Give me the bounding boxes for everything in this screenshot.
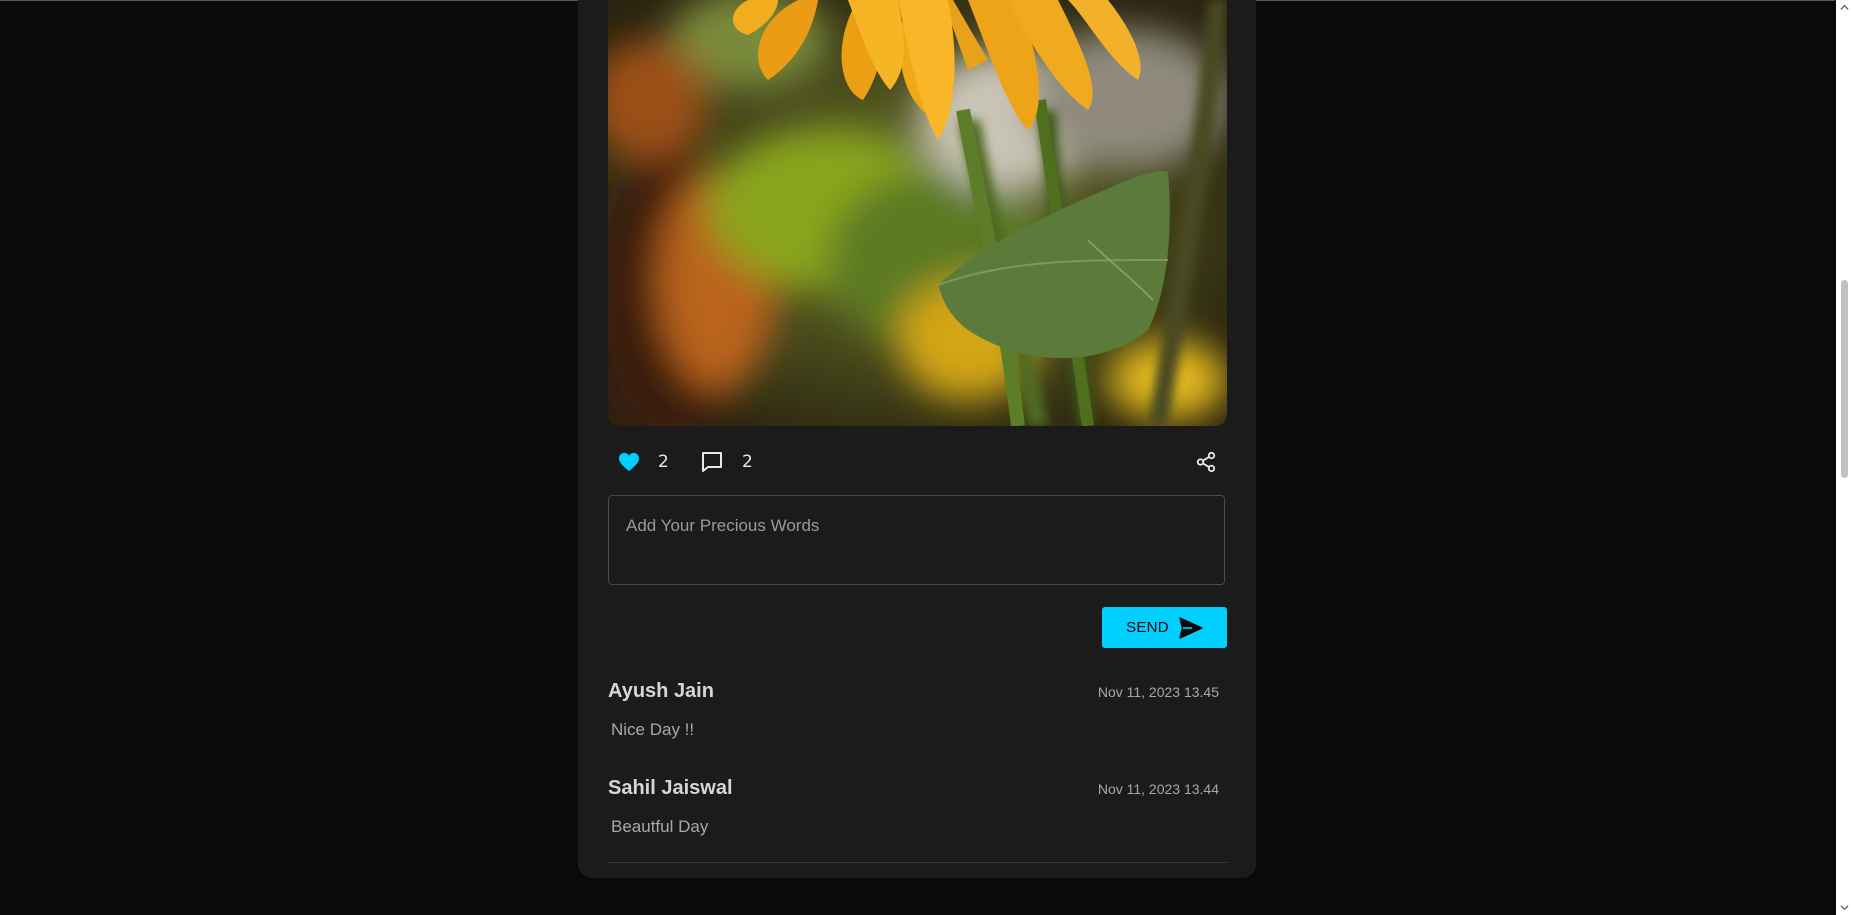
comment-author: Ayush Jain [608, 680, 714, 702]
comment-list: Ayush Jain Nov 11, 2023 13.45 Nice Day !… [608, 676, 1227, 870]
like-button[interactable]: 2 [618, 446, 669, 478]
comment-input[interactable] [609, 496, 1224, 584]
comment-icon [702, 452, 722, 472]
comment-item: Sahil Jaiswal Nov 11, 2023 13.44 Beautfu… [608, 773, 1227, 870]
scroll-up-icon[interactable] [1840, 3, 1849, 12]
comment-text: Beautful Day [611, 817, 709, 836]
comment-count: 2 [742, 452, 753, 472]
comment-divider [608, 862, 1227, 863]
page-scrollbar[interactable] [1836, 0, 1853, 915]
share-icon [1196, 451, 1216, 473]
comment-item: Ayush Jain Nov 11, 2023 13.45 Nice Day !… [608, 676, 1227, 773]
post-card: 2 2 SEND [578, 0, 1256, 878]
send-button[interactable]: SEND [1102, 607, 1227, 648]
comment-time: Nov 11, 2023 13.44 [1097, 781, 1219, 797]
comment-author: Sahil Jaiswal [608, 777, 733, 799]
post-actions: 2 2 [608, 446, 1227, 478]
page: 2 2 SEND [0, 0, 1853, 915]
comment-button[interactable]: 2 [700, 446, 753, 478]
like-count: 2 [658, 452, 669, 472]
post-image [608, 0, 1227, 426]
comment-input-wrapper [608, 495, 1225, 585]
send-button-label: SEND [1126, 619, 1169, 636]
send-icon [1179, 616, 1203, 639]
comment-text: Nice Day !! [611, 720, 695, 739]
scroll-down-icon[interactable] [1840, 903, 1849, 912]
scrollbar-thumb[interactable] [1841, 280, 1848, 478]
comment-time: Nov 11, 2023 13.45 [1097, 684, 1219, 700]
share-button[interactable] [1195, 446, 1217, 478]
heart-icon [619, 452, 639, 472]
